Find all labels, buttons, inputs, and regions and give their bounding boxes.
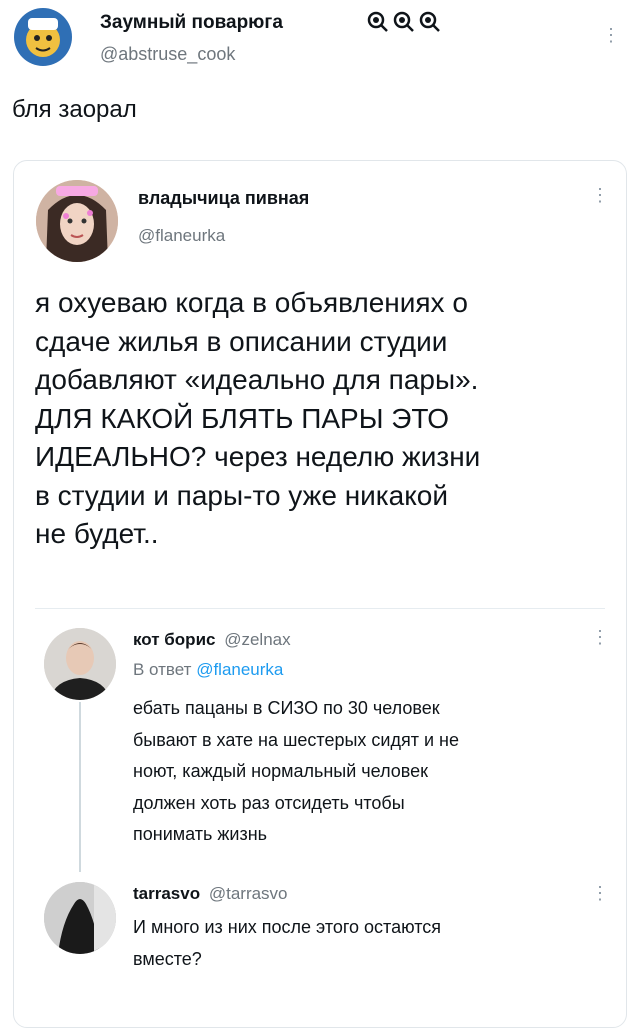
handle[interactable]: @zelnax <box>224 630 290 649</box>
avatar[interactable] <box>44 882 116 954</box>
avatar[interactable] <box>44 628 116 700</box>
more-icon[interactable]: ⋮ <box>591 628 609 646</box>
display-name[interactable]: кот борис <box>133 630 215 649</box>
text-line: я охуеваю когда в объявлениях о <box>35 287 468 318</box>
magnifier-icon <box>367 11 388 32</box>
reply-header: кот борис @zelnax <box>133 630 291 650</box>
handle[interactable]: @flaneurka <box>138 226 225 246</box>
handle[interactable]: @abstruse_cook <box>100 44 235 65</box>
avatar[interactable] <box>14 8 72 66</box>
replying-to: В ответ @flaneurka <box>133 660 283 680</box>
text-line: бывают в хате на шестерых сидят и не <box>133 729 459 750</box>
text-line: добавляют «идеально для пары». <box>35 364 479 395</box>
magnifier-icon <box>393 11 414 32</box>
more-icon[interactable]: ⋮ <box>602 26 620 44</box>
handle[interactable]: @tarrasvo <box>209 884 288 903</box>
text-line: должен хоть раз отсидеть чтобы <box>133 792 405 813</box>
thread-line <box>79 702 81 872</box>
name-icons <box>366 10 442 34</box>
text-line: ноют, каждый нормальный человек <box>133 761 429 781</box>
more-icon[interactable]: ⋮ <box>591 186 609 204</box>
more-icon[interactable]: ⋮ <box>591 884 609 902</box>
replying-to-label: В ответ <box>133 660 192 679</box>
display-name[interactable]: Заумный поварюга <box>100 12 283 34</box>
reply-body: ебать пацаны в СИЗО по 30 человек бывают… <box>133 693 603 851</box>
text-line: ебать пацаны в СИЗО по 30 человек <box>133 698 440 718</box>
display-name[interactable]: tarrasvo <box>133 884 200 903</box>
reply-body: И много из них после этого остаются вмес… <box>133 912 603 975</box>
text-line: понимать жизнь <box>133 824 268 844</box>
text-line: в студии и пары-то уже никакой <box>35 479 449 511</box>
text-line: не будет.. <box>35 518 159 549</box>
text-line: вместе? <box>133 948 202 969</box>
text-line: ИДЕАЛЬНО? через неделю жизни <box>35 441 481 472</box>
avatar[interactable] <box>36 180 118 262</box>
replying-to-link[interactable]: @flaneurka <box>196 660 283 679</box>
magnifier-icon <box>419 11 440 32</box>
text-line: ДЛЯ КАКОЙ БЛЯТЬ ПАРЫ ЭТО <box>35 402 450 434</box>
display-name[interactable]: владычица пивная <box>138 188 309 209</box>
text-line: сдаче жилья в описании студии <box>35 325 448 357</box>
divider <box>35 608 605 609</box>
text-line: И много из них после этого остаются <box>133 917 442 937</box>
tweet-text: бля заорал <box>12 96 137 123</box>
tweet-body: я охуеваю когда в объявлениях о сдаче жи… <box>35 284 615 554</box>
reply-header: tarrasvo @tarrasvo <box>133 884 288 904</box>
